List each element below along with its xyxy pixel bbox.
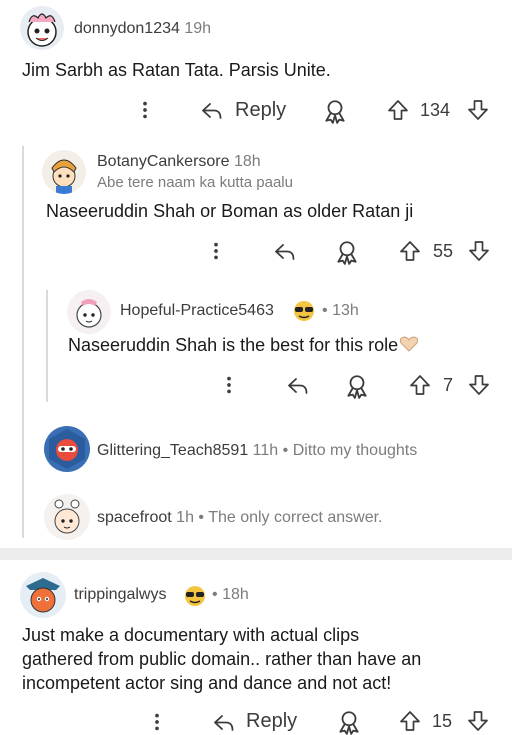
avatar[interactable] (20, 6, 64, 50)
thread-line[interactable] (46, 290, 48, 402)
timestamp: 13h (332, 302, 359, 319)
username[interactable]: BotanyCankersore (97, 153, 230, 170)
comment-line: incompetent actor sing and dance and not… (22, 673, 392, 693)
upvote-arrow-icon[interactable] (386, 98, 410, 122)
reply-arrow-icon[interactable] (212, 711, 236, 735)
reply-arrow-icon[interactable] (273, 240, 297, 264)
user-flair: Abe tere naam ka kutta paalu (97, 174, 293, 191)
thread-separator (0, 548, 512, 560)
upvote-arrow-icon[interactable] (408, 373, 432, 397)
award-icon[interactable] (336, 709, 362, 735)
upvote-arrow-icon[interactable] (398, 709, 422, 733)
collapsed-comment-text: The only correct answer. (208, 509, 383, 526)
avatar-image (76, 299, 102, 328)
vote-count: 7 (443, 375, 454, 395)
separator-dot: • (282, 442, 289, 459)
avatar[interactable] (20, 572, 66, 618)
reply-arrow-icon[interactable] (286, 374, 310, 398)
separator-dot: • (212, 586, 218, 603)
sunglasses-emoji-icon (294, 301, 314, 321)
more-vertical-icon[interactable] (134, 98, 156, 122)
avatar[interactable] (42, 150, 86, 194)
username[interactable]: spacefroot (97, 509, 172, 526)
timestamp: 1h (176, 509, 194, 526)
award-icon[interactable] (344, 373, 370, 399)
downvote-arrow-icon[interactable] (467, 373, 491, 397)
more-vertical-icon[interactable] (146, 710, 168, 734)
reply-button[interactable]: Reply (235, 99, 286, 122)
comment-line: gathered from public domain.. rather tha… (22, 649, 422, 669)
comment-body: Jim Sarbh as Ratan Tata. Parsis Unite. (22, 60, 331, 80)
avatar-image (54, 499, 80, 534)
collapsed-comment-text: Ditto my thoughts (292, 442, 418, 459)
comment-body: Just make a documentary with actual clip… (22, 623, 421, 695)
vote-count: 134 (420, 100, 451, 120)
avatar-image (51, 159, 77, 194)
more-vertical-icon[interactable] (218, 373, 240, 397)
username[interactable]: trippingalwys (74, 586, 166, 603)
downvote-arrow-icon[interactable] (466, 98, 490, 122)
username[interactable]: Hopeful-Practice5463 (120, 302, 274, 319)
timestamp: 18h (222, 586, 249, 603)
avatar[interactable] (44, 426, 90, 472)
comment-text: Naseeruddin Shah is the best for this ro… (68, 335, 399, 355)
reply-button[interactable]: Reply (246, 710, 297, 733)
comment-line: Just make a documentary with actual clip… (22, 625, 360, 645)
vote-count: 55 (433, 241, 454, 261)
downvote-arrow-icon[interactable] (466, 709, 490, 733)
username[interactable]: donnydon1234 (74, 20, 180, 37)
timestamp: 11h (252, 442, 279, 459)
avatar-image (49, 429, 85, 469)
separator-dot: • (198, 509, 205, 526)
timestamp: 19h (184, 20, 212, 37)
username[interactable]: Glittering_Teach8591 (97, 442, 248, 459)
more-vertical-icon[interactable] (205, 239, 227, 263)
downvote-arrow-icon[interactable] (467, 239, 491, 263)
vote-count: 15 (432, 711, 453, 731)
comment-body: Naseeruddin Shah is the best for this ro… (68, 333, 420, 357)
avatar[interactable] (44, 494, 90, 540)
avatar-image (26, 578, 60, 613)
comment-body: Naseeruddin Shah or Boman as older Ratan… (46, 201, 414, 221)
timestamp: 18h (233, 153, 261, 170)
sunglasses-emoji-icon (185, 586, 205, 606)
heart-hands-emoji-icon (400, 336, 419, 352)
reply-arrow-icon[interactable] (200, 99, 224, 123)
separator-dot: • (322, 302, 328, 319)
award-icon[interactable] (322, 98, 348, 124)
avatar[interactable] (67, 290, 111, 334)
avatar-image (27, 13, 57, 47)
award-icon[interactable] (334, 239, 360, 265)
thread-line[interactable] (22, 146, 24, 538)
upvote-arrow-icon[interactable] (398, 239, 422, 263)
